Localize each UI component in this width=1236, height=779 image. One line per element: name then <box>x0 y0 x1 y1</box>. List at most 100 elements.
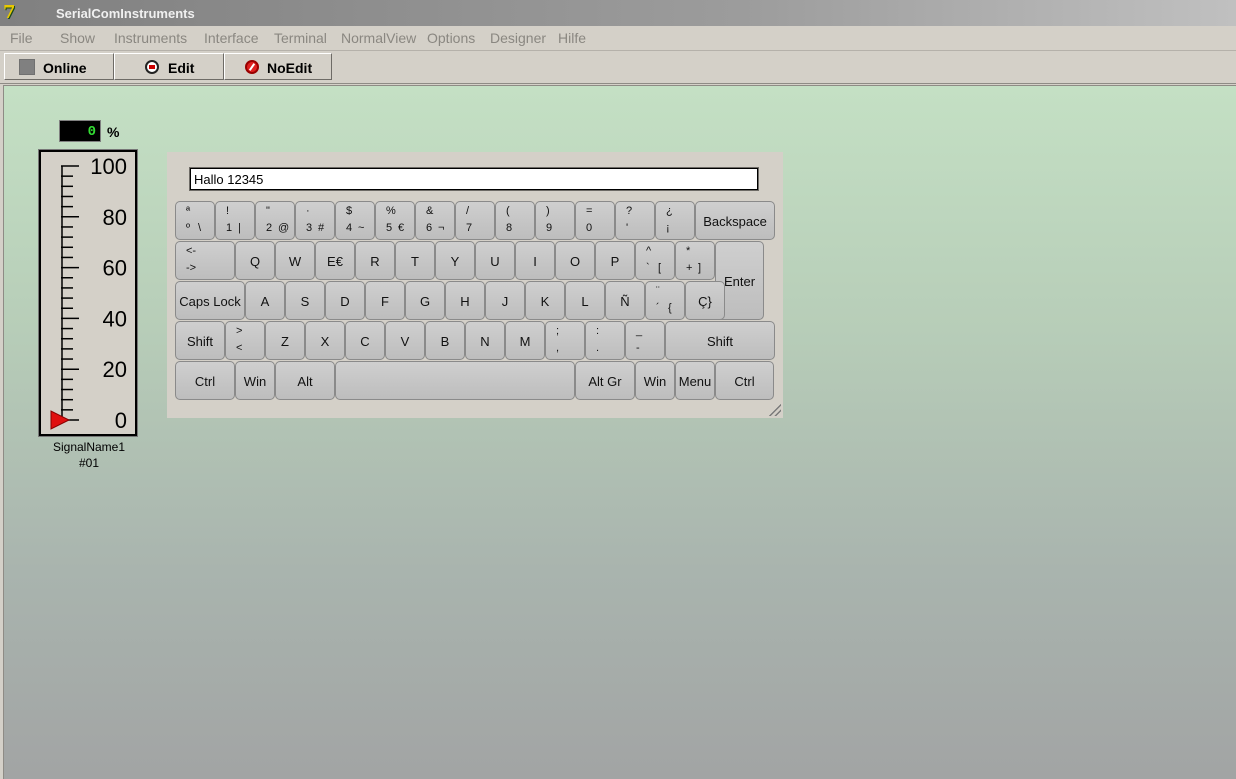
key-i[interactable]: I <box>515 241 555 280</box>
key-t[interactable]: T <box>395 241 435 280</box>
key-label: Ñ <box>620 294 630 309</box>
key-5[interactable]: % 5 € <box>375 201 415 240</box>
key-symbol[interactable]: Ç} <box>685 281 725 320</box>
key-x[interactable]: X <box>305 321 345 360</box>
key-n[interactable]: N <box>465 321 505 360</box>
key-symbol[interactable]: Ñ <box>605 281 645 320</box>
key-z[interactable]: Z <box>265 321 305 360</box>
key-u[interactable]: U <box>475 241 515 280</box>
key-2[interactable]: " 2 @ <box>255 201 295 240</box>
key-l[interactable]: L <box>565 281 605 320</box>
key-4[interactable]: $4 ~ <box>335 201 375 240</box>
key-y[interactable]: Y <box>435 241 475 280</box>
key-label: C <box>360 334 370 349</box>
key-e[interactable]: E€ <box>315 241 355 280</box>
key-symbol[interactable]: ;, <box>545 321 585 360</box>
key-legend-bl: 8 <box>506 222 513 234</box>
keyboard-text-input[interactable] <box>189 167 759 191</box>
key-symbol[interactable]: _ - <box>625 321 665 360</box>
menu-interface[interactable]: Interface <box>204 30 258 46</box>
menu-designer[interactable]: Designer <box>490 30 546 46</box>
key-g[interactable]: G <box>405 281 445 320</box>
key-label: R <box>370 254 380 269</box>
key-symbol[interactable]: ¨ ´ { <box>645 281 685 320</box>
value-display: 0 <box>59 120 101 142</box>
key-legend-bl: < <box>236 342 243 354</box>
key-r[interactable]: R <box>355 241 395 280</box>
menu-terminal[interactable]: Terminal <box>274 30 327 46</box>
gauge-pointer-icon[interactable] <box>50 410 71 430</box>
key-symbol[interactable]: ? ' <box>615 201 655 240</box>
key-legend-bl: 9 <box>546 222 553 234</box>
key-ctrl[interactable]: Ctrl <box>715 361 774 400</box>
key-1[interactable]: ! 1 | <box>215 201 255 240</box>
key-j[interactable]: J <box>485 281 525 320</box>
key-shift[interactable]: Shift <box>665 321 775 360</box>
key-legend-tl: > <box>236 325 243 337</box>
app-logo-icon: 7 <box>3 2 16 23</box>
key-label: M <box>519 334 531 349</box>
key-legend-br: { <box>668 302 672 314</box>
key-d[interactable]: D <box>325 281 365 320</box>
key-symbol[interactable]: <- -> <box>175 241 235 280</box>
key-alt-gr[interactable]: Alt Gr <box>575 361 635 400</box>
title-bar: 7 SerialComInstruments <box>0 0 1236 26</box>
key-symbol[interactable]: > < <box>225 321 265 360</box>
key-win[interactable]: Win <box>635 361 675 400</box>
virtual-keyboard-panel: ªº\!1|"2@·3#$4~%5€&6¬/7(8)9=0?'¿¡Backspa… <box>167 152 783 418</box>
key-label: J <box>501 294 509 309</box>
key-ctrl[interactable]: Ctrl <box>175 361 235 400</box>
key-legend-br: @ <box>278 222 290 234</box>
menu-options[interactable]: Options <box>427 30 475 46</box>
key-6[interactable]: & 6 ¬ <box>415 201 455 240</box>
key-label: Ctrl <box>734 374 755 389</box>
resize-grip-icon[interactable] <box>769 404 781 416</box>
online-button[interactable]: Online <box>4 53 114 80</box>
key-legend-tl: & <box>426 205 434 217</box>
noedit-button[interactable]: NoEdit <box>224 53 332 80</box>
key-c[interactable]: C <box>345 321 385 360</box>
key-m[interactable]: M <box>505 321 545 360</box>
key-symbol[interactable]: ^ ` [ <box>635 241 675 280</box>
key-symbol[interactable]: ¿ ¡ <box>655 201 695 240</box>
key-s[interactable]: S <box>285 281 325 320</box>
key-a[interactable]: A <box>245 281 285 320</box>
menu-instruments[interactable]: Instruments <box>114 30 187 46</box>
key-label: Q <box>249 254 261 269</box>
level-gauge[interactable]: 100 80 60 40 20 0 <box>38 149 138 437</box>
key-h[interactable]: H <box>445 281 485 320</box>
menu-file[interactable]: File <box>10 30 33 46</box>
key-alt[interactable]: Alt <box>275 361 335 400</box>
edit-button[interactable]: Edit <box>114 53 224 80</box>
key-0[interactable]: = 0 <box>575 201 615 240</box>
menu-show[interactable]: Show <box>60 30 95 46</box>
menu-normalview[interactable]: NormalView <box>341 30 416 46</box>
key-p[interactable]: P <box>595 241 635 280</box>
key-symbol[interactable]: ª º \ <box>175 201 215 240</box>
key-label: Z <box>281 334 289 349</box>
key-symbol[interactable]: * +] <box>675 241 715 280</box>
key-symbol[interactable]: :. <box>585 321 625 360</box>
key-label: B <box>440 334 450 349</box>
key-o[interactable]: O <box>555 241 595 280</box>
key-f[interactable]: F <box>365 281 405 320</box>
key-7[interactable]: /7 <box>455 201 495 240</box>
key-k[interactable]: K <box>525 281 565 320</box>
key-menu[interactable]: Menu <box>675 361 715 400</box>
key-win[interactable]: Win <box>235 361 275 400</box>
key-w[interactable]: W <box>275 241 315 280</box>
key-3[interactable]: · 3 # <box>295 201 335 240</box>
key-shift[interactable]: Shift <box>175 321 225 360</box>
menu-hilfe[interactable]: Hilfe <box>558 30 586 46</box>
key-legend-tl: " <box>266 205 270 217</box>
key-9[interactable]: ) 9 <box>535 201 575 240</box>
key-backspace[interactable]: Backspace <box>695 201 775 240</box>
key-spacespace-bar[interactable] <box>335 361 575 400</box>
key-8[interactable]: (8 <box>495 201 535 240</box>
key-legend-tl: / <box>466 205 470 217</box>
key-caps-lock[interactable]: Caps Lock <box>175 281 245 320</box>
key-v[interactable]: V <box>385 321 425 360</box>
key-q[interactable]: Q <box>235 241 275 280</box>
key-b[interactable]: B <box>425 321 465 360</box>
key-legend-tl: : <box>596 325 600 337</box>
